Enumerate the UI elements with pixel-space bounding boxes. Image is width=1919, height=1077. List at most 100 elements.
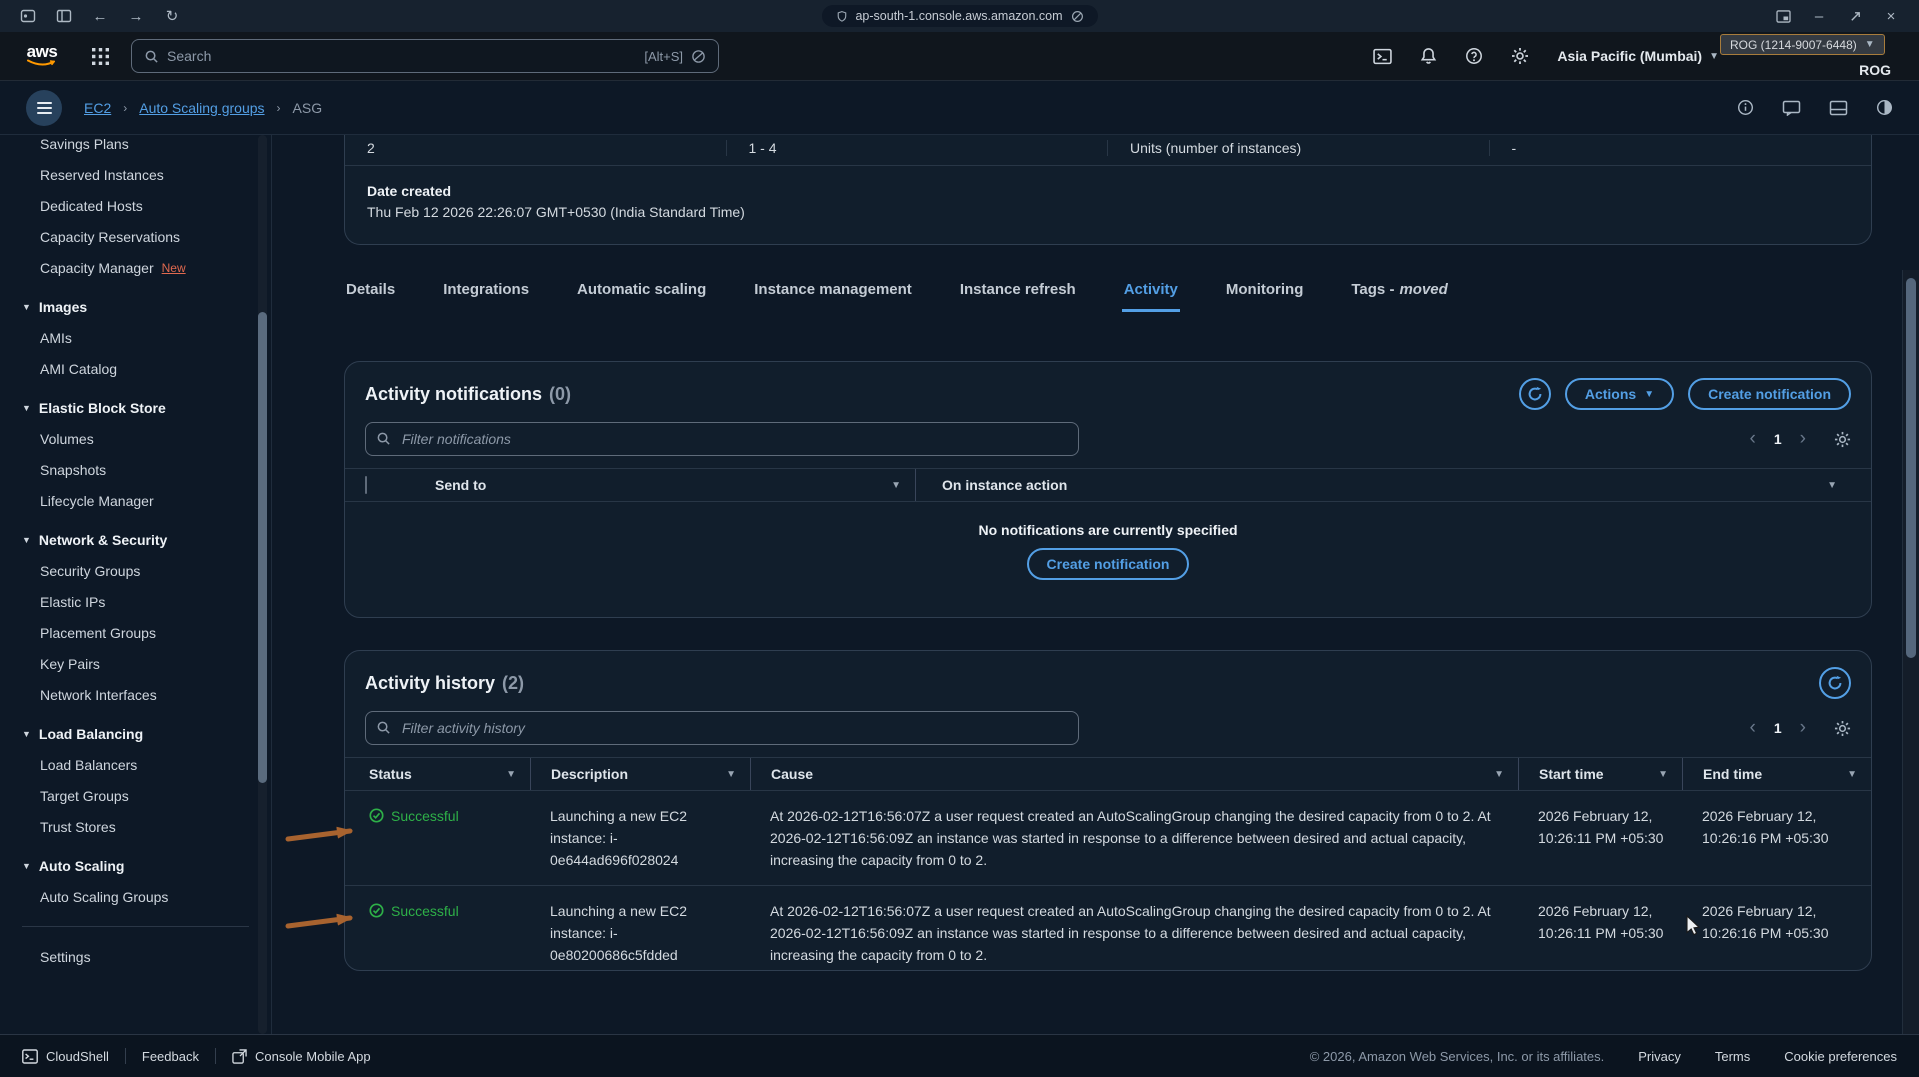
end-time-cell: 2026 February 12, 10:26:16 PM +05:30 xyxy=(1682,805,1871,871)
region-selector[interactable]: Asia Pacific (Mumbai) ▼ xyxy=(1557,48,1719,64)
tab-integrations[interactable]: Integrations xyxy=(441,275,531,312)
tab-monitoring[interactable]: Monitoring xyxy=(1224,275,1305,312)
sidebar-item-amis[interactable]: AMIs xyxy=(0,322,271,353)
history-filter-input[interactable] xyxy=(365,711,1079,745)
cloudshell-button[interactable]: CloudShell xyxy=(22,1049,109,1064)
info-icon[interactable] xyxy=(1737,99,1754,116)
column-end-time[interactable]: End time▼ xyxy=(1682,758,1871,790)
history-refresh-button[interactable] xyxy=(1819,667,1851,699)
help-icon[interactable] xyxy=(1465,47,1483,65)
column-cause[interactable]: Cause▼ xyxy=(750,758,1518,790)
services-grid-icon[interactable] xyxy=(92,48,109,65)
previous-page-button[interactable]: ‹ xyxy=(1746,431,1760,447)
previous-page-button[interactable]: ‹ xyxy=(1746,720,1760,736)
section-caret-icon: ▼ xyxy=(22,861,31,871)
tab-activity[interactable]: Activity xyxy=(1122,275,1180,312)
cloudshell-icon[interactable] xyxy=(1373,48,1392,65)
column-start-time[interactable]: Start time▼ xyxy=(1518,758,1682,790)
reload-button[interactable]: ↻ xyxy=(159,4,185,28)
page-number[interactable]: 1 xyxy=(1774,720,1782,736)
global-search[interactable]: [Alt+S] xyxy=(131,39,719,73)
account-autofill-overlay[interactable]: ROG (1214-9007-6448) ▼ xyxy=(1720,34,1885,55)
next-page-button[interactable]: › xyxy=(1796,431,1810,447)
notifications-refresh-button[interactable] xyxy=(1519,378,1551,410)
tab-instance-refresh[interactable]: Instance refresh xyxy=(958,275,1078,312)
tab-automatic-scaling[interactable]: Automatic scaling xyxy=(575,275,708,312)
sidebar-item-network-interfaces[interactable]: Network Interfaces xyxy=(0,679,271,710)
empty-create-notification-button[interactable]: Create notification xyxy=(1027,548,1190,580)
sidebar-item-auto-scaling-groups[interactable]: Auto Scaling Groups xyxy=(0,881,271,912)
main-content: 2 1 - 4 Units (number of instances) - Da… xyxy=(272,135,1902,1034)
tab-tags[interactable]: Tags -moved xyxy=(1349,275,1449,312)
tab-instance-management[interactable]: Instance management xyxy=(752,275,914,312)
account-menu[interactable]: ROG xyxy=(1859,62,1891,78)
sidebar-item-dedicated-hosts[interactable]: Dedicated Hosts xyxy=(0,190,271,221)
address-bar[interactable]: ap-south-1.console.aws.amazon.com xyxy=(821,5,1097,27)
console-mobile-app-button[interactable]: Console Mobile App xyxy=(232,1049,371,1064)
search-input[interactable] xyxy=(167,48,636,64)
sidebar-item-security-groups[interactable]: Security Groups xyxy=(0,555,271,586)
sidebar-item-target-groups[interactable]: Target Groups xyxy=(0,780,271,811)
tab-details[interactable]: Details xyxy=(344,275,397,312)
sidebar-item-load-balancers[interactable]: Load Balancers xyxy=(0,749,271,780)
restore-button[interactable] xyxy=(1842,4,1868,28)
sidebar-section-elastic-block-store[interactable]: ▼Elastic Block Store xyxy=(0,392,271,423)
sidebar-item-key-pairs[interactable]: Key Pairs xyxy=(0,648,271,679)
sidebar-item-volumes[interactable]: Volumes xyxy=(0,423,271,454)
breadcrumb-ec2[interactable]: EC2 xyxy=(84,100,111,116)
close-button[interactable]: × xyxy=(1878,4,1904,28)
side-nav-toggle[interactable] xyxy=(26,90,62,126)
feedback-panel-icon[interactable] xyxy=(1782,100,1801,116)
sidebar-section-load-balancing[interactable]: ▼Load Balancing xyxy=(0,718,271,749)
select-all-checkbox[interactable] xyxy=(365,476,367,494)
success-check-icon xyxy=(369,903,384,918)
page-scrollbar-thumb[interactable] xyxy=(1906,278,1916,658)
preferences-gear-icon[interactable] xyxy=(1834,720,1851,737)
page-number[interactable]: 1 xyxy=(1774,431,1782,447)
next-page-button[interactable]: › xyxy=(1796,720,1810,736)
column-status[interactable]: Status▼ xyxy=(345,758,530,790)
create-notification-button[interactable]: Create notification xyxy=(1688,378,1851,410)
sidebar-section-auto-scaling[interactable]: ▼Auto Scaling xyxy=(0,850,271,881)
sidebar-item-capacity-reservations[interactable]: Capacity Reservations xyxy=(0,221,271,252)
cookie-preferences-link[interactable]: Cookie preferences xyxy=(1784,1049,1897,1064)
sidebar-item-capacity-manager[interactable]: Capacity ManagerNew xyxy=(0,252,271,283)
column-send-to[interactable]: Send to ▼ xyxy=(415,469,915,501)
notifications-filter-input[interactable] xyxy=(365,422,1079,456)
sidebar-scrollbar-thumb[interactable] xyxy=(258,312,267,783)
minimize-button[interactable]: – xyxy=(1806,4,1832,28)
picture-in-picture-icon[interactable] xyxy=(1770,4,1796,28)
split-view-icon[interactable] xyxy=(1829,100,1848,116)
sidebar-toggle-icon[interactable] xyxy=(51,4,77,28)
sidebar-item-trust-stores[interactable]: Trust Stores xyxy=(0,811,271,842)
summary-value-min-max: 1 - 4 xyxy=(727,140,1109,156)
sidebar-item-snapshots[interactable]: Snapshots xyxy=(0,454,271,485)
settings-gear-icon[interactable] xyxy=(1511,47,1529,65)
privacy-link[interactable]: Privacy xyxy=(1638,1049,1681,1064)
sidebar-item-settings[interactable]: Settings xyxy=(0,941,271,972)
sidebar-item-elastic-ips[interactable]: Elastic IPs xyxy=(0,586,271,617)
sidebar-item-reserved-instances[interactable]: Reserved Instances xyxy=(0,159,271,190)
forward-button[interactable]: → xyxy=(123,4,149,28)
sidebar-section-network-security[interactable]: ▼Network & Security xyxy=(0,524,271,555)
back-button[interactable]: ← xyxy=(87,4,113,28)
sidebar-item-placement-groups[interactable]: Placement Groups xyxy=(0,617,271,648)
aws-logo[interactable]: aws xyxy=(22,45,62,68)
browser-app-icon[interactable] xyxy=(15,4,41,28)
column-on-instance-action[interactable]: On instance action ▼ xyxy=(915,469,1851,501)
sidebar-section-images[interactable]: ▼Images xyxy=(0,291,271,322)
page-scrollbar-track[interactable] xyxy=(1902,270,1919,1077)
column-description[interactable]: Description▼ xyxy=(530,758,750,790)
empty-state-title: No notifications are currently specified xyxy=(345,522,1871,538)
actions-dropdown-button[interactable]: Actions ▼ xyxy=(1565,378,1674,410)
breadcrumb-auto-scaling-groups[interactable]: Auto Scaling groups xyxy=(139,100,264,116)
feedback-button[interactable]: Feedback xyxy=(142,1049,199,1064)
terms-link[interactable]: Terms xyxy=(1715,1049,1750,1064)
notifications-bell-icon[interactable] xyxy=(1420,47,1437,65)
tracking-protection-icon[interactable] xyxy=(1071,10,1084,23)
sidebar-item-lifecycle-manager[interactable]: Lifecycle Manager xyxy=(0,485,271,516)
theme-icon[interactable] xyxy=(1876,99,1893,116)
sidebar-item-ami-catalog[interactable]: AMI Catalog xyxy=(0,353,271,384)
preferences-gear-icon[interactable] xyxy=(1834,431,1851,448)
sidebar-item-savings-plans[interactable]: Savings Plans xyxy=(0,135,271,159)
